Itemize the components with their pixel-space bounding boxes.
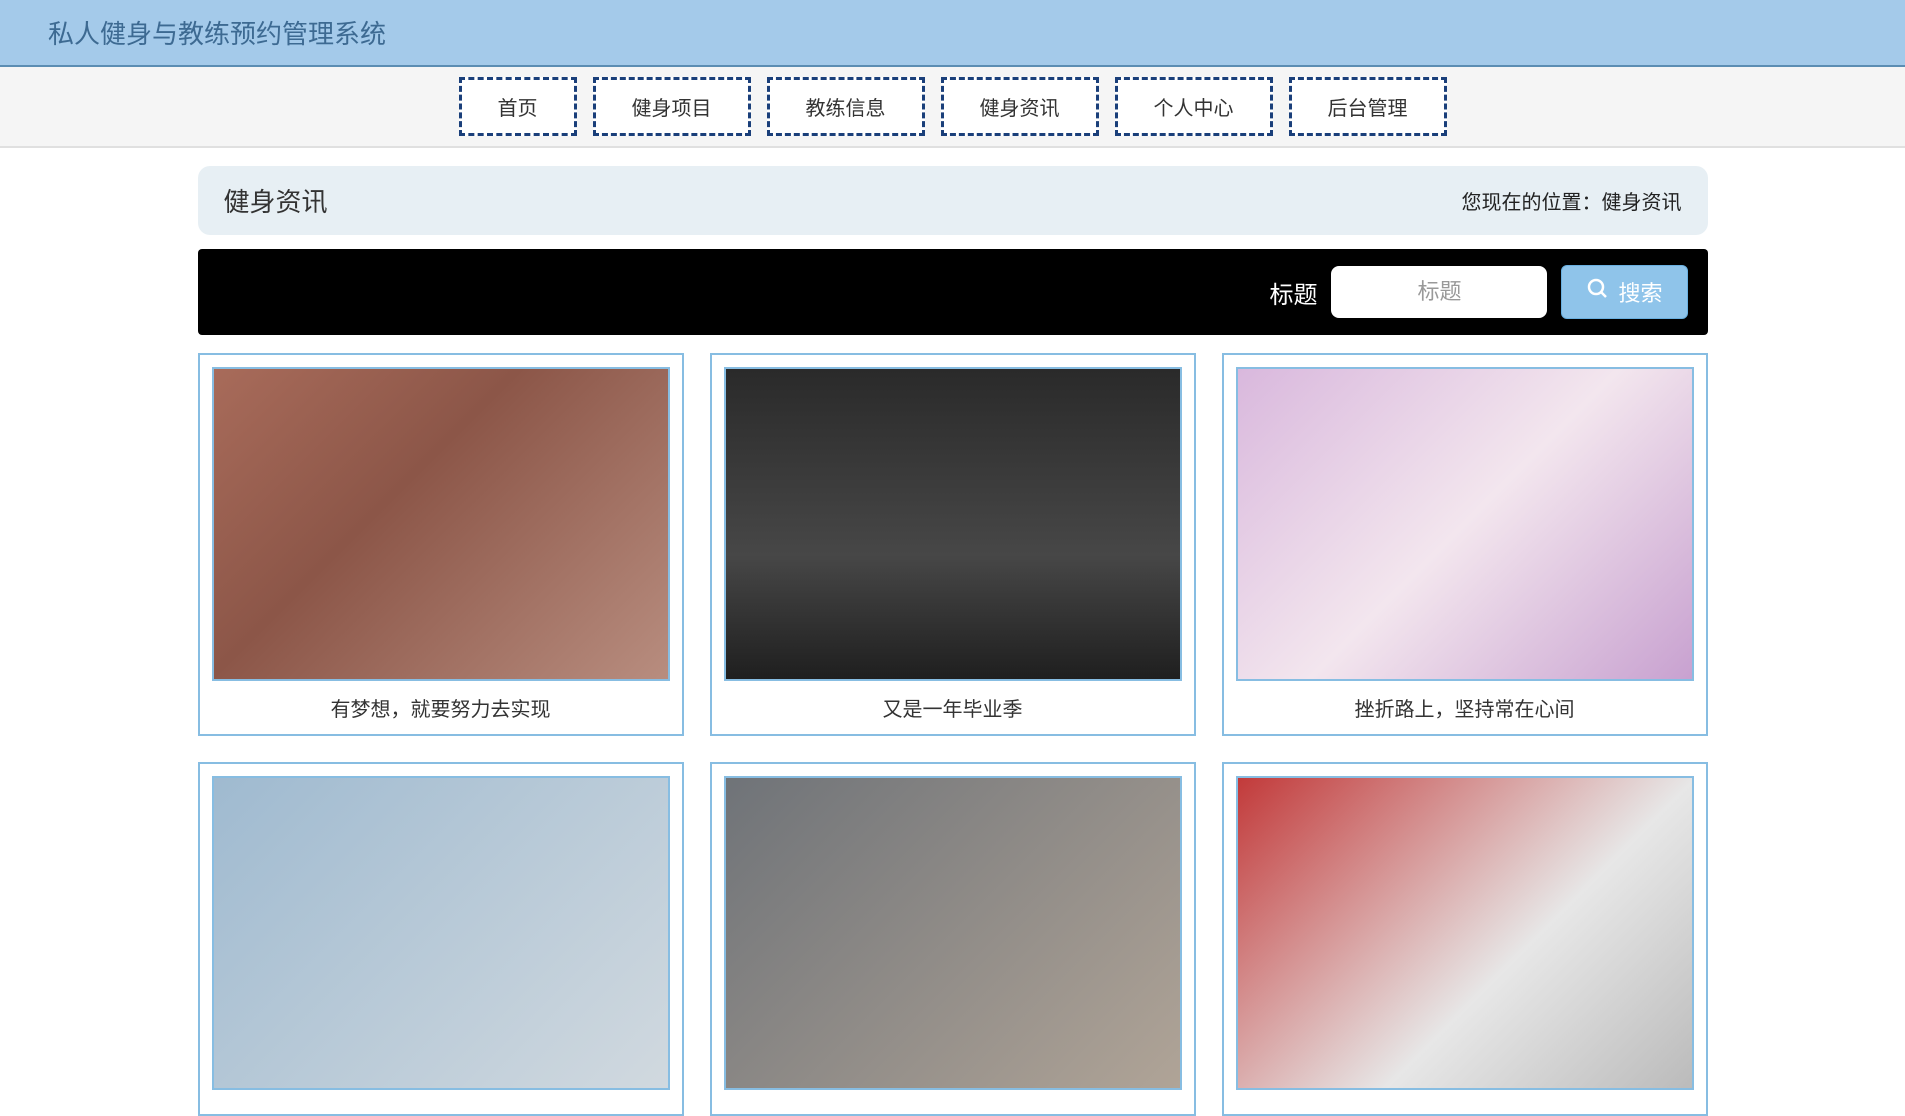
article-image xyxy=(214,778,668,1088)
article-image-frame xyxy=(212,367,670,681)
nav-item-news[interactable]: 健身资讯 xyxy=(941,77,1099,136)
article-image xyxy=(1238,369,1692,679)
article-card[interactable] xyxy=(710,762,1196,1116)
article-image xyxy=(726,369,1180,679)
app-title: 私人健身与教练预约管理系统 xyxy=(48,14,1857,51)
article-title: 有梦想，就要努力去实现 xyxy=(331,693,551,722)
app-header: 私人健身与教练预约管理系统 xyxy=(0,0,1905,67)
breadcrumb: 健身资讯 您现在的位置：健身资讯 xyxy=(198,166,1708,235)
search-icon xyxy=(1586,277,1610,307)
article-image xyxy=(1238,778,1692,1088)
article-title: 挫折路上，坚持常在心间 xyxy=(1355,693,1575,722)
nav-item-programs[interactable]: 健身项目 xyxy=(593,77,751,136)
search-button[interactable]: 搜索 xyxy=(1561,265,1687,319)
article-image-frame xyxy=(1236,776,1694,1090)
breadcrumb-current: 健身资讯 xyxy=(1602,192,1682,214)
article-card[interactable]: 有梦想，就要努力去实现 xyxy=(198,353,684,736)
article-card[interactable]: 又是一年毕业季 xyxy=(710,353,1196,736)
article-image xyxy=(726,778,1180,1088)
article-image-frame xyxy=(724,367,1182,681)
article-grid: 有梦想，就要努力去实现 又是一年毕业季 挫折路上，坚持常在心间 xyxy=(198,353,1708,1116)
main-nav: 首页 健身项目 教练信息 健身资讯 个人中心 后台管理 xyxy=(0,77,1905,136)
article-image xyxy=(214,369,668,679)
search-bar: 标题 搜索 xyxy=(198,249,1708,335)
article-card[interactable] xyxy=(198,762,684,1116)
article-title: 又是一年毕业季 xyxy=(883,693,1023,722)
article-card[interactable] xyxy=(1222,762,1708,1116)
page-title: 健身资讯 xyxy=(224,182,328,219)
article-image-frame xyxy=(724,776,1182,1090)
article-card[interactable]: 挫折路上，坚持常在心间 xyxy=(1222,353,1708,736)
nav-item-admin[interactable]: 后台管理 xyxy=(1289,77,1447,136)
breadcrumb-location: 您现在的位置：健身资讯 xyxy=(1462,186,1682,215)
nav-item-home[interactable]: 首页 xyxy=(459,77,577,136)
article-image-frame xyxy=(212,776,670,1090)
search-input[interactable] xyxy=(1331,266,1547,318)
nav-item-coaches[interactable]: 教练信息 xyxy=(767,77,925,136)
search-label: 标题 xyxy=(1269,275,1317,310)
breadcrumb-prefix: 您现在的位置： xyxy=(1462,192,1602,214)
search-button-label: 搜索 xyxy=(1618,276,1662,308)
main-content: 健身资讯 您现在的位置：健身资讯 标题 搜索 有梦想，就要努力去实现 又是一年毕… xyxy=(188,166,1718,1116)
nav-bar: 首页 健身项目 教练信息 健身资讯 个人中心 后台管理 xyxy=(0,67,1905,148)
nav-item-profile[interactable]: 个人中心 xyxy=(1115,77,1273,136)
article-image-frame xyxy=(1236,367,1694,681)
